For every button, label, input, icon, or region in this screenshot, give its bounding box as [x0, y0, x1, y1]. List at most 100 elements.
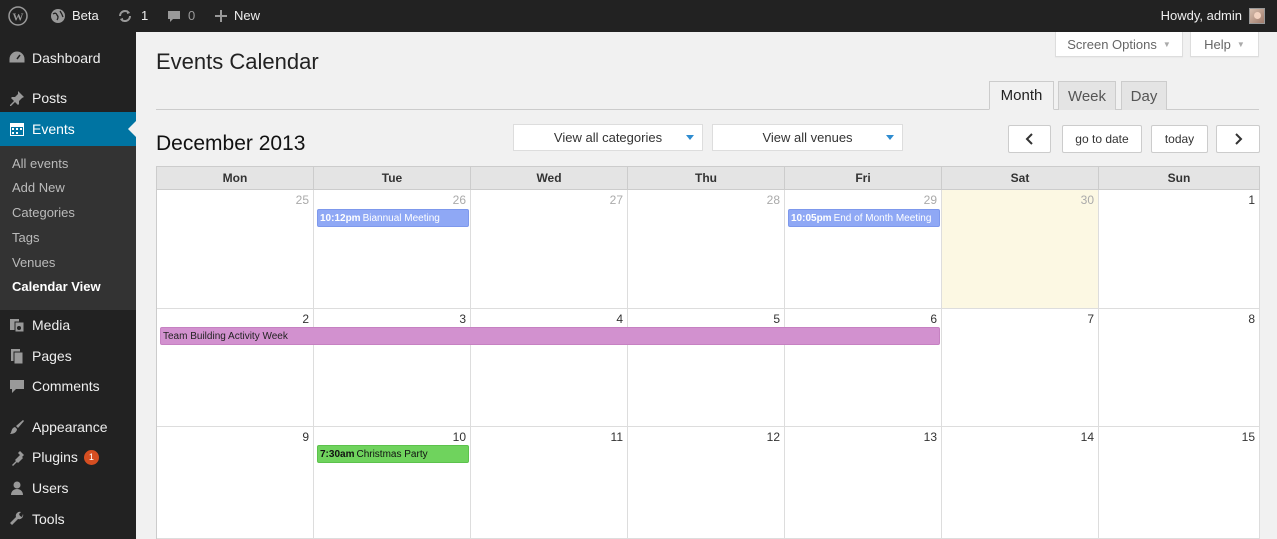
new-content-link[interactable]: New — [214, 0, 260, 32]
day-cell[interactable]: 12 — [628, 427, 785, 539]
day-number: 11 — [610, 430, 623, 444]
day-number: 15 — [1241, 430, 1255, 444]
day-cell[interactable]: 15 — [1099, 427, 1260, 539]
submenu-calendar-view[interactable]: Calendar View — [12, 279, 101, 294]
menu-label: Posts — [32, 90, 68, 106]
weekday-header: Sat — [942, 166, 1099, 190]
site-name-link[interactable]: Beta — [50, 0, 99, 32]
submenu-categories[interactable]: Categories — [12, 205, 75, 220]
events-submenu: All events Add New Categories Tags Venue… — [0, 146, 136, 310]
submenu-add-new[interactable]: Add New — [12, 180, 65, 195]
day-number: 9 — [302, 430, 309, 444]
tab-day[interactable]: Day — [1121, 81, 1167, 110]
howdy-text: Howdy, admin — [1160, 8, 1242, 23]
menu-events[interactable]: Events — [0, 112, 136, 146]
weekday-header: Mon — [157, 166, 314, 190]
calendar-event[interactable]: 7:30am Christmas Party — [317, 445, 469, 463]
account-menu[interactable]: Howdy, admin — [1161, 0, 1265, 32]
calendar-event[interactable]: 10:12pm Biannual Meeting — [317, 209, 469, 227]
wordpress-logo-icon[interactable]: W — [8, 0, 28, 32]
menu-plugins[interactable]: Plugins 1 — [0, 440, 136, 474]
day-number: 3 — [459, 312, 466, 326]
media-icon — [7, 315, 27, 335]
day-number: 13 — [923, 430, 937, 444]
weekday-header: Sun — [1099, 166, 1260, 190]
menu-posts[interactable]: Posts — [0, 81, 136, 115]
screen-options-label: Screen Options — [1067, 36, 1157, 52]
day-cell[interactable]: 13 — [785, 427, 942, 539]
event-time: 10:05pm — [791, 213, 832, 224]
dropdown-arrow-icon — [886, 135, 894, 140]
day-cell[interactable]: 8 — [1099, 309, 1260, 427]
day-number: 29 — [923, 193, 937, 207]
day-number: 28 — [766, 193, 780, 207]
day-cell[interactable]: 11 — [471, 427, 628, 539]
tab-month[interactable]: Month — [989, 81, 1054, 110]
menu-comments[interactable]: Comments — [0, 369, 136, 403]
comment-icon — [7, 376, 27, 396]
day-cell[interactable]: 26 — [314, 190, 471, 309]
weekday-header: Fri — [785, 166, 942, 190]
calendar-event[interactable]: 10:05pm End of Month Meeting — [788, 209, 940, 227]
day-cell[interactable]: 25 — [157, 190, 314, 309]
day-number: 30 — [1080, 193, 1094, 207]
globe-icon — [50, 8, 66, 24]
day-cell[interactable]: 10 — [314, 427, 471, 539]
menu-label: Tools — [32, 511, 65, 527]
dashboard-icon — [7, 48, 27, 68]
updates-link[interactable]: 1 — [117, 0, 148, 32]
day-cell-today[interactable]: 30 — [942, 190, 1099, 309]
submenu-all-events[interactable]: All events — [12, 156, 68, 171]
menu-media[interactable]: Media — [0, 308, 136, 342]
event-time: 7:30am — [320, 449, 355, 460]
day-number: 12 — [766, 430, 780, 444]
comments-link[interactable]: 0 — [166, 0, 195, 32]
submenu-venues[interactable]: Venues — [12, 255, 55, 270]
categories-filter-value: View all categories — [553, 130, 663, 145]
updates-count: 1 — [141, 8, 149, 23]
day-number: 25 — [295, 193, 309, 207]
day-cell[interactable]: 9 — [157, 427, 314, 539]
menu-label: Media — [32, 317, 71, 333]
next-month-button[interactable] — [1216, 125, 1260, 153]
calendar-event[interactable]: Team Building Activity Week — [160, 327, 940, 345]
today-button[interactable]: today — [1151, 125, 1208, 153]
admin-bar: W Beta 1 0 New Howdy, admin — [0, 0, 1277, 32]
menu-users[interactable]: Users — [0, 471, 136, 505]
event-title: End of Month Meeting — [833, 213, 932, 224]
venues-filter-value: View all venues — [762, 130, 853, 145]
page-title: Events Calendar — [156, 49, 319, 74]
help-button[interactable]: Help ▼ — [1190, 32, 1259, 57]
day-cell[interactable]: 7 — [942, 309, 1099, 427]
categories-filter-select[interactable]: View all categories — [513, 124, 703, 151]
caret-down-icon: ▼ — [1162, 39, 1171, 49]
brush-icon — [7, 417, 27, 437]
day-cell[interactable]: 14 — [942, 427, 1099, 539]
day-number: 27 — [609, 193, 623, 207]
plugin-icon — [7, 447, 27, 467]
menu-pages[interactable]: Pages — [0, 339, 136, 373]
day-number: 10 — [452, 430, 466, 444]
refresh-icon — [117, 8, 133, 24]
menu-tools[interactable]: Tools — [0, 502, 136, 536]
venues-filter-select[interactable]: View all venues — [712, 124, 903, 151]
dropdown-arrow-icon — [686, 135, 694, 140]
chevron-left-icon — [1025, 133, 1033, 145]
menu-appearance[interactable]: Appearance — [0, 410, 136, 444]
day-cell[interactable]: 1 — [1099, 190, 1260, 309]
screen-options-button[interactable]: Screen Options ▼ — [1055, 32, 1183, 57]
help-label: Help — [1204, 36, 1231, 52]
event-title: Biannual Meeting — [362, 213, 440, 224]
submenu-tags[interactable]: Tags — [12, 230, 39, 245]
day-cell[interactable]: 28 — [628, 190, 785, 309]
prev-month-button[interactable] — [1008, 125, 1051, 153]
tab-week[interactable]: Week — [1058, 81, 1116, 110]
day-cell[interactable]: 29 — [785, 190, 942, 309]
day-cell[interactable]: 27 — [471, 190, 628, 309]
menu-label: Pages — [32, 348, 72, 364]
go-to-date-button[interactable]: go to date — [1062, 125, 1142, 153]
day-number: 6 — [930, 312, 937, 326]
menu-dashboard[interactable]: Dashboard — [0, 41, 136, 75]
admin-sidebar: Dashboard Posts Events All events Add Ne… — [0, 32, 136, 539]
event-title: Christmas Party — [356, 449, 428, 460]
